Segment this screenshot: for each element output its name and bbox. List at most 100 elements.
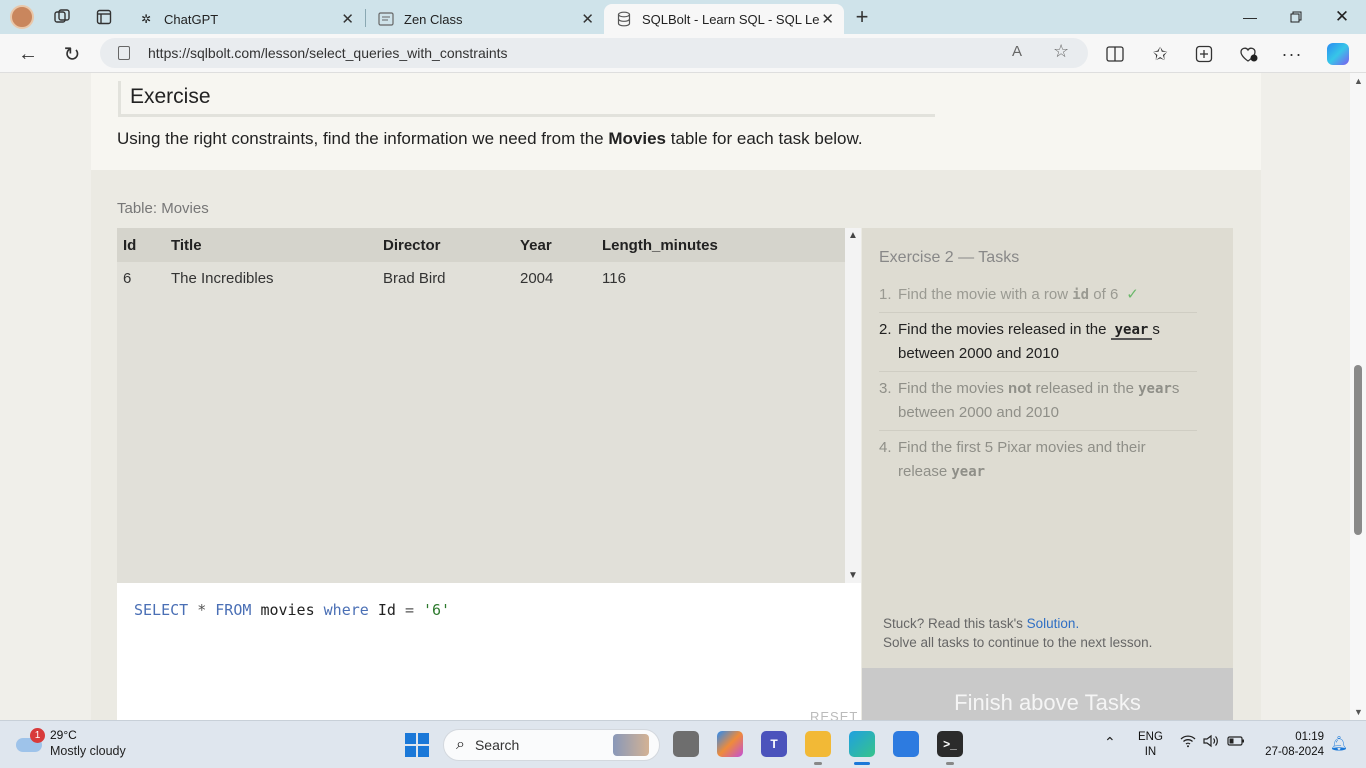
task-text: Find the first 5 Pixar movies and their … [898,439,1146,480]
sql-keyword: SELECT [134,601,189,619]
sql-query[interactable]: SELECT * FROM movies where Id = '6' [134,601,450,619]
column-header: Title [165,228,377,262]
table-caption: Table: Movies [117,200,209,217]
language-code: ENG [1138,731,1163,743]
back-arrow-icon[interactable]: ← [15,41,41,67]
help-text-line: Solve all tasks to continue to the next … [883,635,1153,650]
file-explorer-icon[interactable] [805,731,831,765]
system-clock[interactable]: 01:19 27-08-2024 [1260,730,1324,760]
volume-icon[interactable] [1203,734,1219,751]
scrollbar-thumb[interactable] [1354,365,1362,535]
table-cell: 2004 [520,270,554,287]
reset-button[interactable]: RESET [810,709,858,720]
exercise-heading: Exercise [118,81,935,117]
table-cell: Brad Bird [383,270,446,287]
edge-browser-icon[interactable] [849,731,875,765]
tasks-panel: Exercise 2 — Tasks 1. Find the movie wit… [862,228,1233,668]
tab-sqlbolt[interactable]: SQLBolt - Learn SQL - SQL Lesson ✕ [604,4,844,34]
sql-editor[interactable]: SELECT * FROM movies where Id = '6' RESE… [117,583,861,720]
close-icon[interactable]: ✕ [821,10,834,28]
table-cell: The Incredibles [171,270,274,287]
results-scrollbar[interactable]: ▲ ▼ [845,228,861,583]
browser-essentials-icon[interactable] [1236,42,1260,66]
scroll-down-icon[interactable]: ▼ [848,570,858,581]
tab-zen-class[interactable]: Zen Class ✕ [366,4,604,34]
terminal-icon[interactable]: >_ [937,731,963,765]
scroll-up-icon[interactable]: ▲ [848,230,858,241]
search-highlight-image [613,734,649,756]
teams-icon[interactable]: T [761,731,787,757]
task-item: 2. Find the movies released in the year s… [879,313,1197,372]
address-bar[interactable]: https://sqlbolt.com/lesson/select_querie… [100,38,1088,68]
sql-identifier: Id [377,601,396,619]
task-number: 2. [879,321,892,338]
search-label: Search [474,737,520,753]
refresh-icon[interactable]: ↻ [59,41,85,67]
task-list: 1. Find the movie with a row id of 6 ✓ 2.… [879,278,1197,489]
tab-chatgpt[interactable]: ✲ ChatGPT ✕ [126,4,364,34]
read-aloud-icon[interactable]: A [1012,43,1022,60]
battery-icon[interactable] [1227,734,1245,750]
scroll-down-icon[interactable]: ▼ [1354,707,1363,717]
table-row: 6 The Incredibles Brad Bird 2004 116 [117,262,845,295]
task-item: 1. Find the movie with a row id of 6 ✓ [879,278,1197,313]
close-window-button[interactable]: ✕ [1320,4,1364,30]
query-results: Id Title Director Year Length_minutes 6 … [117,228,845,583]
favorites-icon[interactable]: ✩ [1148,42,1172,66]
close-icon[interactable]: ✕ [341,10,354,28]
favorite-star-icon[interactable]: ☆ [1053,41,1069,62]
sql-identifier: movies [260,601,315,619]
tasks-title: Exercise 2 — Tasks [879,249,1020,266]
windows-taskbar: 1 29°C Mostly cloudy ⌕ Search T >_ ⌃ ENG… [0,720,1366,768]
tab-label: SQLBolt - Learn SQL - SQL Lesson [642,11,820,27]
solution-link[interactable]: Solution. [1027,616,1080,631]
intro-text: Using the right constraints, find the in… [117,129,609,148]
scroll-up-icon[interactable]: ▲ [1354,76,1363,86]
lock-icon[interactable] [118,46,130,60]
language-indicator[interactable]: ENG IN [1138,730,1163,760]
collections-icon[interactable] [1192,42,1216,66]
weather-widget[interactable]: 1 29°C Mostly cloudy [16,728,126,759]
weather-temp: 29°C [50,728,77,742]
notification-bell-icon[interactable]: 🔔︎ [1330,735,1348,752]
sql-keyword: FROM [215,601,252,619]
taskbar-search[interactable]: ⌕ Search [443,729,660,761]
finish-tasks-button[interactable]: Finish above Tasks [862,668,1233,720]
sql-operator: * [197,601,207,619]
task-view-icon[interactable] [673,731,699,757]
restore-button[interactable] [1274,4,1318,30]
browser-tab-bar: ✲ ChatGPT ✕ Zen Class ✕ SQLBolt - Learn … [0,0,1366,34]
clock-date: 27-08-2024 [1265,746,1324,758]
table-cell: 6 [123,270,132,287]
profile-avatar[interactable] [10,5,34,29]
clock-time: 01:19 [1295,731,1324,743]
table-cell: 116 [602,270,626,287]
task-text: of 6 [1089,286,1119,303]
more-options-icon[interactable]: ··· [1280,42,1304,66]
tab-actions-icon[interactable] [92,5,116,29]
task-text: Find the movies released in the [898,321,1111,338]
column-header: Year [514,228,596,262]
minimize-button[interactable]: — [1228,4,1272,30]
copilot-icon[interactable] [1326,42,1350,66]
microsoft-store-icon[interactable] [893,731,919,757]
search-icon: ⌕ [456,736,465,753]
chatgpt-icon: ✲ [140,12,152,26]
copilot-app-icon[interactable] [717,731,743,757]
intro-text: table for each task below. [666,129,863,148]
workspaces-icon[interactable] [50,5,74,29]
checkmark-icon: ✓ [1126,286,1139,303]
tab-label: Zen Class [404,11,463,27]
help-text: Stuck? Read this task's Solution. Solve … [883,614,1152,652]
split-screen-icon[interactable] [1103,42,1127,66]
wifi-icon[interactable] [1180,734,1196,751]
tab-label: ChatGPT [164,11,219,27]
new-tab-button[interactable]: + [850,4,874,29]
column-header: Director [377,228,514,262]
task-item: 3. Find the movies not released in the y… [879,372,1197,431]
page-icon [378,11,394,27]
page-scrollbar[interactable]: ▲ ▼ [1350,73,1366,720]
chevron-up-icon[interactable]: ⌃ [1104,734,1116,751]
windows-start-icon[interactable] [405,733,429,757]
close-icon[interactable]: ✕ [581,10,594,28]
